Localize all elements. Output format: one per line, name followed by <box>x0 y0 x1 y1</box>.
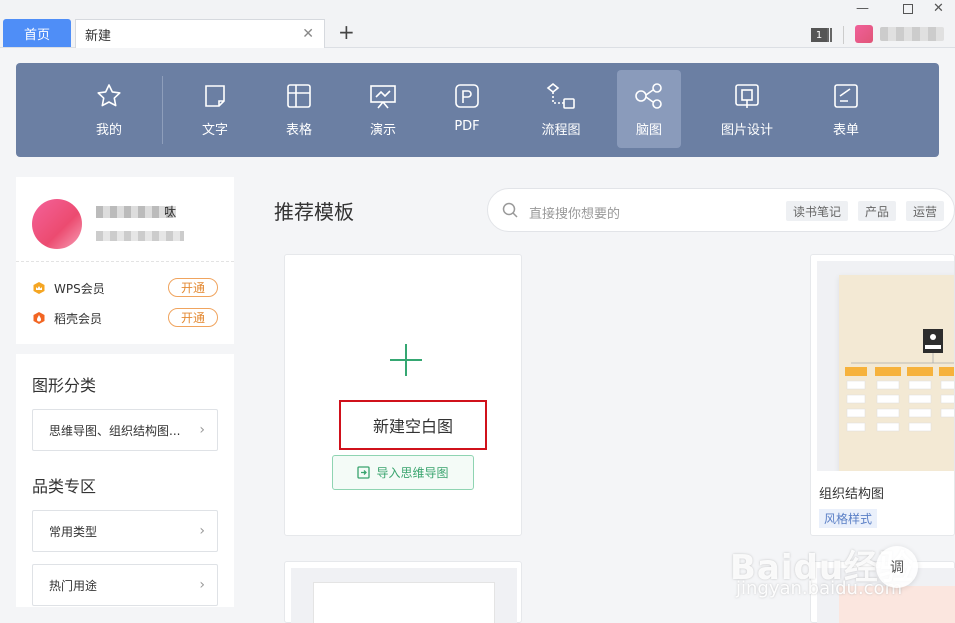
tab-new[interactable]: 新建 ✕ <box>75 19 325 48</box>
tab-home[interactable]: 首页 <box>3 19 71 47</box>
member-label: 稻壳会员 <box>54 311 103 326</box>
window-stack-icon <box>827 28 832 42</box>
category-item-label: 思维导图、组织结构图... <box>49 423 181 438</box>
template-preview <box>313 582 495 623</box>
docer-flame-icon <box>32 311 46 325</box>
member-row-wps: WPS会员 开通 <box>32 278 218 298</box>
tool-pdf[interactable]: PDF <box>431 70 503 148</box>
wps-crown-icon <box>32 281 46 295</box>
avatar[interactable] <box>32 199 82 249</box>
zone-category-title: 品类专区 <box>32 477 97 496</box>
tool-label: 流程图 <box>541 123 581 138</box>
member-label: WPS会员 <box>54 281 105 296</box>
maximize-icon[interactable] <box>903 4 913 14</box>
category-item-label: 热门用途 <box>49 578 98 593</box>
category-item-common[interactable]: 常用类型 › <box>32 510 218 552</box>
flowchart-icon <box>546 82 575 109</box>
import-mindmap-button[interactable]: 导入思维导图 <box>332 455 474 490</box>
watermark-url: jingyan.baidu.com <box>736 578 903 599</box>
tool-label: 图片设计 <box>720 123 773 138</box>
floating-help-button[interactable]: 调 <box>876 546 918 588</box>
search-tag[interactable]: 产品 <box>858 201 897 221</box>
document-icon <box>205 85 225 107</box>
user-name-suffix: 呔 <box>164 205 177 219</box>
tool-flowchart[interactable]: 流程图 <box>521 70 601 148</box>
tool-label: 演示 <box>369 123 396 138</box>
tab-new-label: 新建 <box>85 28 112 44</box>
tool-label: 文字 <box>201 123 228 138</box>
shape-category-title: 图形分类 <box>32 376 97 395</box>
category-item-label: 常用类型 <box>49 524 98 539</box>
pdf-icon <box>455 84 479 108</box>
mindmap-icon <box>635 83 662 109</box>
tool-mine[interactable]: 我的 <box>73 70 145 148</box>
image-design-icon <box>735 84 759 108</box>
divider <box>162 76 163 144</box>
new-blank-label[interactable]: 新建空白图 <box>339 400 487 450</box>
spreadsheet-icon <box>287 84 311 108</box>
chevron-right-icon: › <box>199 523 205 539</box>
template-thumbnail <box>817 261 954 471</box>
category-item-mindmap-org[interactable]: 思维导图、组织结构图... › <box>32 409 218 451</box>
divider <box>843 26 844 44</box>
search-placeholder: 直接搜你想要的 <box>529 207 621 222</box>
template-card-partial[interactable] <box>284 561 522 623</box>
star-icon <box>97 84 121 107</box>
category-item-popular[interactable]: 热门用途 › <box>32 564 218 606</box>
tool-label: 脑图 <box>635 123 662 138</box>
template-card-org-chart[interactable]: 组织结构图 风格样式 <box>810 254 955 536</box>
user-card: 呔 WPS会员 开通 稻壳会员 开通 <box>16 177 234 344</box>
tool-writer[interactable]: 文字 <box>179 70 251 148</box>
template-thumbnail <box>291 568 517 623</box>
new-blank-card[interactable]: 新建空白图 导入思维导图 <box>284 254 522 536</box>
tool-image-design[interactable]: 图片设计 <box>704 70 790 148</box>
add-tab-icon[interactable]: + <box>338 22 355 42</box>
minimize-icon[interactable]: — <box>856 1 869 16</box>
search-icon <box>502 202 518 222</box>
category-panel: 图形分类 思维导图、组织结构图... › 品类专区 常用类型 › 热门用途 › <box>16 354 234 607</box>
presentation-icon <box>370 85 396 109</box>
import-label: 导入思维导图 <box>376 466 449 480</box>
close-window-icon[interactable]: ✕ <box>933 1 944 16</box>
tool-spreadsheet[interactable]: 表格 <box>263 70 335 148</box>
form-icon <box>834 84 858 108</box>
tool-label: 表格 <box>285 123 312 138</box>
chevron-right-icon: › <box>199 422 205 438</box>
import-icon <box>357 466 371 479</box>
chevron-right-icon: › <box>199 577 205 593</box>
tool-presentation[interactable]: 演示 <box>347 70 419 148</box>
page-title: 推荐模板 <box>274 200 354 224</box>
user-id-blurred <box>96 231 184 241</box>
tool-label: 表单 <box>832 123 859 138</box>
template-name: 组织结构图 <box>819 487 885 502</box>
title-bar: 首页 新建 ✕ + — ✕ 1 <box>0 0 955 48</box>
tool-mindmap[interactable]: 脑图 <box>617 70 681 148</box>
org-chart-preview-graphic <box>845 329 954 432</box>
search-tag[interactable]: 运营 <box>906 201 945 221</box>
template-tag[interactable]: 风格样式 <box>819 509 878 528</box>
avatar[interactable] <box>855 25 873 43</box>
template-search-input[interactable]: 直接搜你想要的 读书笔记 产品 运营 <box>487 188 955 232</box>
tool-form[interactable]: 表单 <box>810 70 882 148</box>
close-icon[interactable]: ✕ <box>302 27 314 41</box>
search-tag[interactable]: 读书笔记 <box>786 201 849 221</box>
app-toolbar: 我的 文字 表格 演示 PDF 流程图 脑图 图片设计 表单 <box>16 63 939 157</box>
tool-label: PDF <box>454 119 480 134</box>
plus-icon <box>389 343 423 381</box>
window-count-badge[interactable]: 1 <box>811 28 827 42</box>
user-name-blurred <box>880 27 944 41</box>
member-row-docer: 稻壳会员 开通 <box>32 308 218 328</box>
divider <box>16 261 234 262</box>
open-wps-member-button[interactable]: 开通 <box>168 278 218 297</box>
template-preview <box>839 275 954 471</box>
tool-label: 我的 <box>95 123 122 138</box>
open-docer-member-button[interactable]: 开通 <box>168 308 218 327</box>
